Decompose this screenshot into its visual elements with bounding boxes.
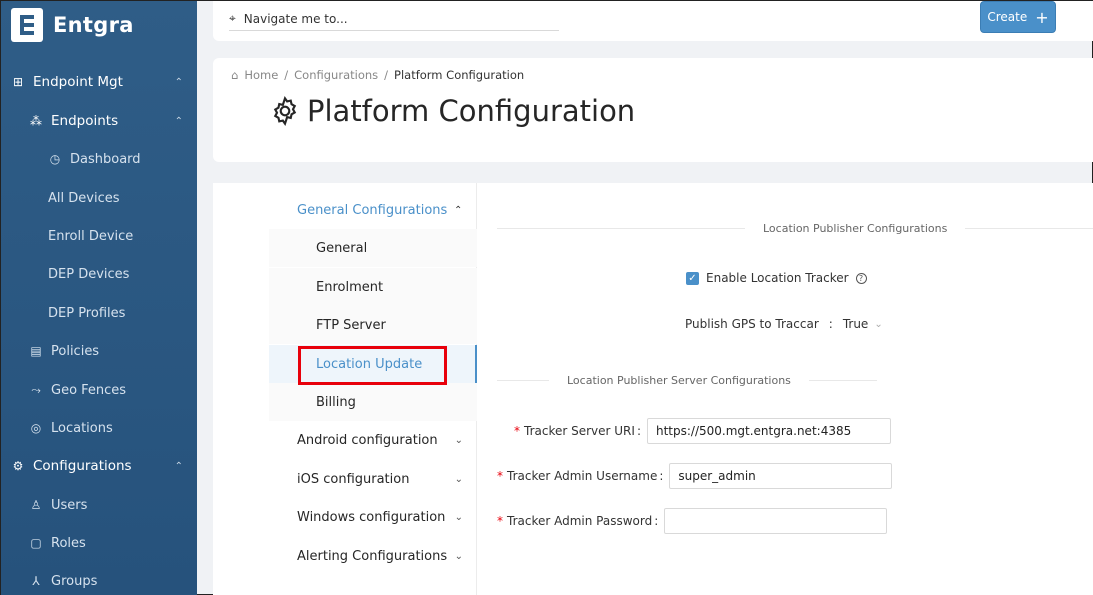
- tracker-admin-password-row: * Tracker Admin Password :: [497, 508, 888, 534]
- publish-gps-select[interactable]: True ⌄: [843, 317, 883, 331]
- brand-logo[interactable]: Entgra: [11, 7, 134, 43]
- gear-icon: [273, 95, 297, 127]
- submenu-item-billing[interactable]: Billing: [269, 383, 477, 421]
- breadcrumb-current: Platform Configuration: [394, 68, 525, 82]
- enable-location-tracker-row: ✓ Enable Location Tracker ?: [686, 271, 867, 285]
- chevron-down-icon: ⌄: [454, 434, 463, 446]
- publish-gps-label: Publish GPS to Traccar: [685, 317, 819, 331]
- submenu-ios-configuration[interactable]: iOS configuration ⌄: [269, 460, 477, 498]
- highlight-annotation-box: [298, 346, 447, 385]
- roles-icon: ▢: [30, 536, 42, 550]
- route-icon: ⤳: [31, 382, 41, 397]
- chevron-down-icon: ⌄: [454, 473, 463, 485]
- plus-icon: +: [1035, 7, 1049, 27]
- chevron-up-icon: ⌃: [174, 460, 183, 472]
- chevron-down-icon: ⌄: [874, 318, 883, 330]
- tracker-admin-username-label: Tracker Admin Username: [507, 469, 658, 483]
- section-divider-server-config: Location Publisher Server Configurations: [497, 373, 877, 387]
- tracker-server-uri-row: * Tracker Server URI : https://500.mgt.e…: [514, 418, 891, 444]
- submenu-windows-configuration[interactable]: Windows configuration ⌄: [269, 498, 477, 536]
- tracker-admin-password-input[interactable]: [664, 508, 888, 534]
- sidebar-item-geo-fences[interactable]: ⤳ Geo Fences: [1, 371, 197, 409]
- tracker-admin-password-label: Tracker Admin Password: [507, 514, 653, 528]
- configuration-panel: General Configurations ⌃ General Enrolme…: [213, 183, 1093, 595]
- submenu-item-enrolment[interactable]: Enrolment: [269, 268, 477, 306]
- entgra-logo-icon: [11, 8, 43, 42]
- section-divider-location-publisher: Location Publisher Configurations: [497, 221, 1093, 235]
- create-button[interactable]: Create +: [980, 1, 1056, 33]
- compass-icon: ⌖: [229, 11, 236, 25]
- submenu-general-configurations[interactable]: General Configurations ⌃: [269, 191, 477, 229]
- sidebar-item-policies[interactable]: ▤ Policies: [1, 332, 197, 370]
- groups-icon: ⅄: [32, 574, 40, 588]
- tracker-admin-username-input[interactable]: super_admin: [669, 463, 893, 489]
- breadcrumb: ⌂ Home / Configurations / Platform Confi…: [231, 68, 525, 82]
- tracker-admin-username-row: * Tracker Admin Username : super_admin: [497, 463, 893, 489]
- page-title: Platform Configuration: [269, 94, 635, 128]
- enable-location-tracker-label: Enable Location Tracker: [706, 271, 849, 285]
- sidebar-item-roles[interactable]: ▢ Roles: [1, 524, 197, 562]
- sidebar-item-dep-devices[interactable]: DEP Devices: [1, 255, 197, 293]
- sidebar-item-endpoint-mgt[interactable]: ⊞ Endpoint Mgt ⌃: [1, 63, 197, 101]
- tracker-server-uri-label: Tracker Server URI: [524, 424, 635, 438]
- sidebar-item-dep-profiles[interactable]: DEP Profiles: [1, 294, 197, 332]
- question-circle-icon[interactable]: ?: [855, 272, 867, 284]
- configuration-submenu: General Configurations ⌃ General Enrolme…: [269, 183, 477, 595]
- sidebar-item-users[interactable]: ♙ Users: [1, 486, 197, 524]
- submenu-item-general[interactable]: General: [269, 229, 477, 267]
- chevron-up-icon: ⌃: [174, 115, 183, 127]
- submenu-alerting-configurations[interactable]: Alerting Configurations ⌄: [269, 537, 477, 575]
- sidebar-item-all-devices[interactable]: All Devices: [1, 179, 197, 217]
- tracker-server-uri-input[interactable]: https://500.mgt.entgra.net:4385: [646, 418, 891, 444]
- sidebar-item-endpoints[interactable]: ⁂ Endpoints ⌃: [1, 102, 197, 140]
- home-icon: ⌂: [231, 68, 239, 82]
- sidebar-item-enroll-device[interactable]: Enroll Device: [1, 217, 197, 255]
- brand-name: Entgra: [53, 13, 134, 37]
- top-bar: ⌖ Navigate me to... Create +: [213, 1, 1093, 41]
- submenu-item-ftp-server[interactable]: FTP Server: [269, 306, 477, 344]
- grid-icon: ⊞: [12, 75, 24, 89]
- gear-icon: ⚙: [12, 459, 24, 473]
- chevron-up-icon: ⌃: [454, 204, 463, 216]
- hierarchy-icon: ⁂: [30, 114, 42, 128]
- chevron-up-icon: ⌃: [174, 76, 183, 88]
- location-publisher-form: Location Publisher Configurations ✓ Enab…: [497, 183, 1093, 595]
- location-icon: ◎: [30, 421, 42, 435]
- navigate-search-placeholder: Navigate me to...: [243, 11, 348, 26]
- chevron-down-icon: ⌄: [454, 550, 463, 562]
- page-header: ⌂ Home / Configurations / Platform Confi…: [213, 58, 1093, 162]
- sidebar: Entgra ⊞ Endpoint Mgt ⌃ ⁂ Endpoints ⌃ ◷ …: [1, 1, 197, 595]
- enable-location-tracker-checkbox[interactable]: ✓: [686, 271, 699, 285]
- breadcrumb-configurations[interactable]: Configurations: [294, 68, 378, 82]
- sidebar-item-configurations[interactable]: ⚙ Configurations ⌃: [1, 447, 197, 485]
- breadcrumb-home[interactable]: Home: [244, 68, 278, 82]
- submenu-android-configuration[interactable]: Android configuration ⌄: [269, 421, 477, 459]
- sidebar-item-locations[interactable]: ◎ Locations: [1, 409, 197, 447]
- sidebar-item-groups[interactable]: ⅄ Groups: [1, 562, 197, 595]
- dashboard-icon: ◷: [49, 152, 61, 166]
- policy-icon: ▤: [30, 344, 42, 358]
- sidebar-item-dashboard[interactable]: ◷ Dashboard: [1, 140, 197, 178]
- publish-gps-row: Publish GPS to Traccar : True ⌄: [685, 317, 883, 331]
- navigate-search[interactable]: ⌖ Navigate me to...: [229, 7, 559, 31]
- chevron-down-icon: ⌄: [454, 511, 463, 523]
- user-icon: ♙: [30, 498, 42, 512]
